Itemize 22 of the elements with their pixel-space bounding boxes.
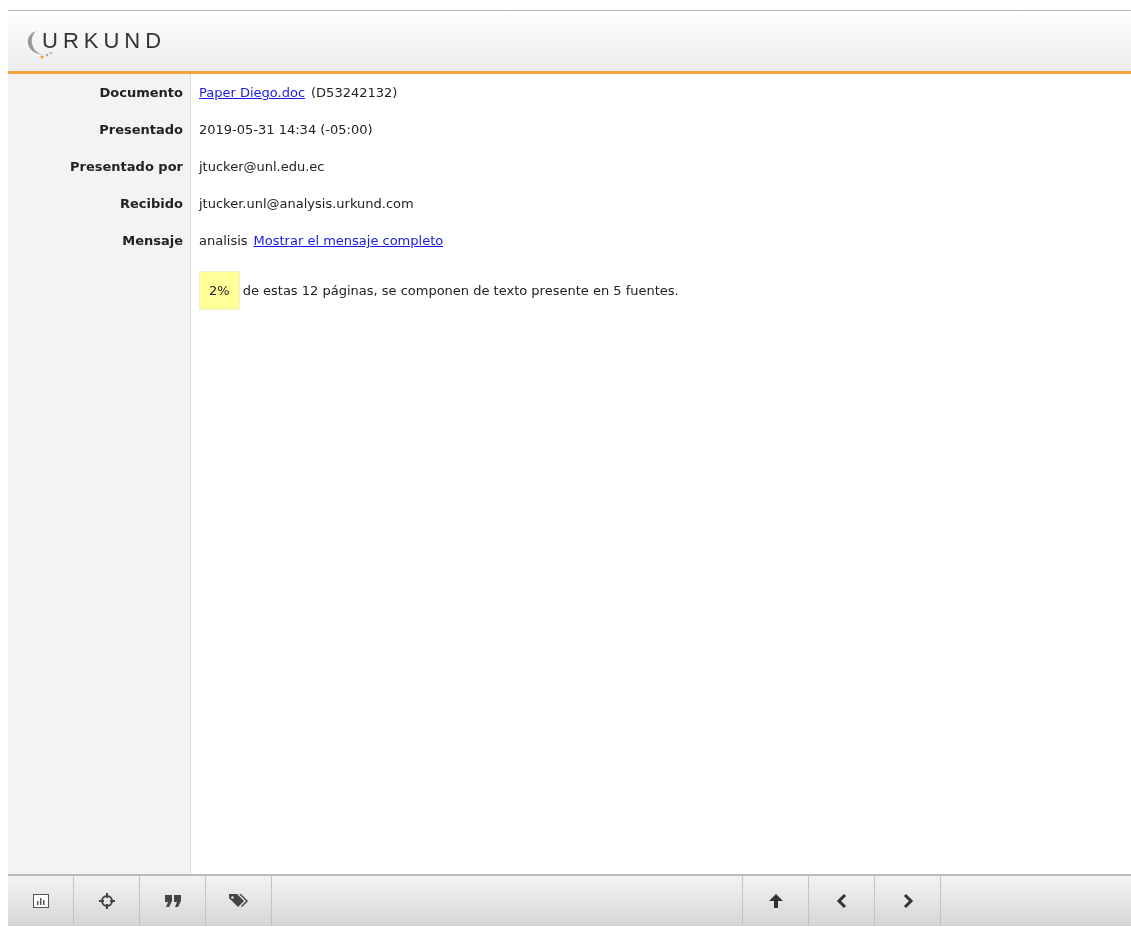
field-value: 2019-05-31 14:34 (-05:00) bbox=[199, 121, 373, 139]
field-value: jtucker@unl.edu.ec bbox=[199, 158, 325, 176]
field-label: Recibido bbox=[119, 195, 184, 213]
field-value: analisis bbox=[199, 232, 248, 250]
field-label: Documento bbox=[98, 84, 184, 102]
up-arrow-icon bbox=[767, 893, 784, 909]
chevron-right-icon bbox=[901, 893, 914, 909]
field-label: Presentado por bbox=[69, 158, 184, 176]
field-value: jtucker.unl@analysis.urkund.com bbox=[199, 195, 414, 213]
percentage-badge: 2% bbox=[199, 271, 240, 310]
link[interactable]: Paper Diego.doc bbox=[199, 80, 306, 105]
chevron-left-icon bbox=[835, 893, 848, 909]
link[interactable]: Mostrar el mensaje completo bbox=[253, 228, 444, 253]
tags-icon bbox=[227, 893, 250, 909]
field-value: (D53242132) bbox=[311, 84, 398, 102]
summary-text: de estas 12 páginas, se componen de texto presente en 5 fuentes. bbox=[242, 282, 679, 300]
field-label: Presentado bbox=[98, 121, 184, 139]
logo-text: URKUND bbox=[42, 28, 167, 54]
field-label: Mensaje bbox=[121, 232, 184, 250]
crosshair-icon bbox=[97, 892, 116, 910]
bar-chart-icon bbox=[32, 894, 49, 908]
quote-icon bbox=[163, 894, 182, 908]
